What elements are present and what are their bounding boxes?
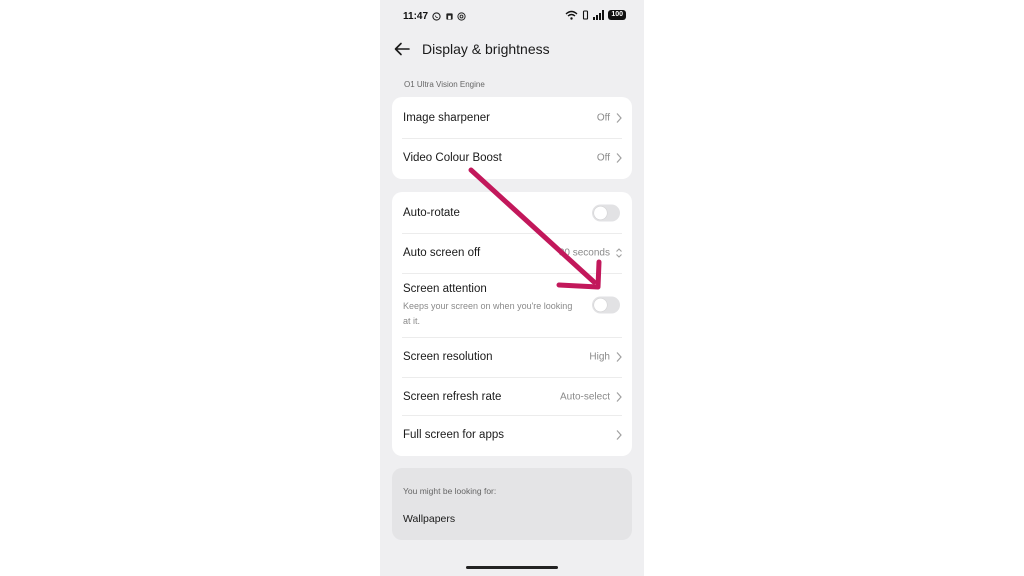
auto-screen-off-row[interactable]: Auto screen off 30 seconds [392,233,632,273]
full-screen-apps-row[interactable]: Full screen for apps [392,415,632,455]
row-value: Off [596,152,610,164]
vibrate-icon [583,10,589,20]
page-title: Display & brightness [422,41,550,57]
toggle-knob [594,206,607,220]
row-label: Screen attention [403,283,487,295]
row-label: Auto-rotate [403,207,460,219]
section-label: O1 Ultra Vision Engine [404,80,485,89]
battery-indicator: 100 [608,10,626,20]
wallpapers-link[interactable]: Wallpapers [403,513,455,525]
row-label: Screen resolution [403,351,493,363]
suggestions-heading: You might be looking for: [403,486,497,496]
row-label: Full screen for apps [403,429,504,441]
home-indicator[interactable] [466,566,558,569]
chevron-right-icon [616,352,622,362]
chevron-right-icon [616,113,622,123]
wifi-icon [565,10,578,20]
row-label: Video Colour Boost [403,152,502,164]
status-time: 11:47 [403,11,429,22]
screen-attention-row[interactable]: Screen attention Keeps your screen on wh… [392,273,632,337]
row-value: High [589,351,610,363]
whatsapp-icon [432,12,441,21]
display-settings-card: Auto-rotate Auto screen off 30 seconds S… [392,192,632,456]
row-value: 30 seconds [558,247,610,259]
app-icon [445,13,453,20]
screen-resolution-row[interactable]: Screen resolution High [392,337,632,377]
row-value: Auto-select [559,391,610,403]
row-value: Off [596,112,610,124]
row-label: Image sharpener [403,112,490,124]
video-colour-boost-row[interactable]: Video Colour Boost Off [392,138,632,178]
back-arrow-icon[interactable] [392,39,412,59]
page-header: Display & brightness [380,38,644,62]
signal-icon [593,10,605,20]
toggle-knob [594,298,607,312]
row-description: Keeps your screen on when you're looking… [403,301,573,326]
screen-attention-toggle[interactable] [592,296,620,314]
chevron-right-icon [616,153,622,163]
row-label: Auto screen off [403,247,481,259]
auto-rotate-toggle[interactable] [592,204,620,222]
chevron-right-icon [616,430,622,440]
row-label: Screen refresh rate [403,391,502,403]
suggestions-card: You might be looking for: Wallpapers [392,468,632,540]
status-bar: 11:47 100 [380,0,644,34]
chevron-up-down-icon [616,248,622,258]
screen-refresh-rate-row[interactable]: Screen refresh rate Auto-select [392,377,632,417]
at-icon [457,12,466,21]
phone-screen: 11:47 100 Display & brightness O1 Ultra … [380,0,644,576]
chevron-right-icon [616,392,622,402]
system-icons: 100 [565,10,626,20]
image-sharpener-row[interactable]: Image sharpener Off [392,98,632,138]
vision-engine-card: Image sharpener Off Video Colour Boost O… [392,97,632,179]
notification-icons [432,11,466,21]
auto-rotate-row[interactable]: Auto-rotate [392,193,632,233]
